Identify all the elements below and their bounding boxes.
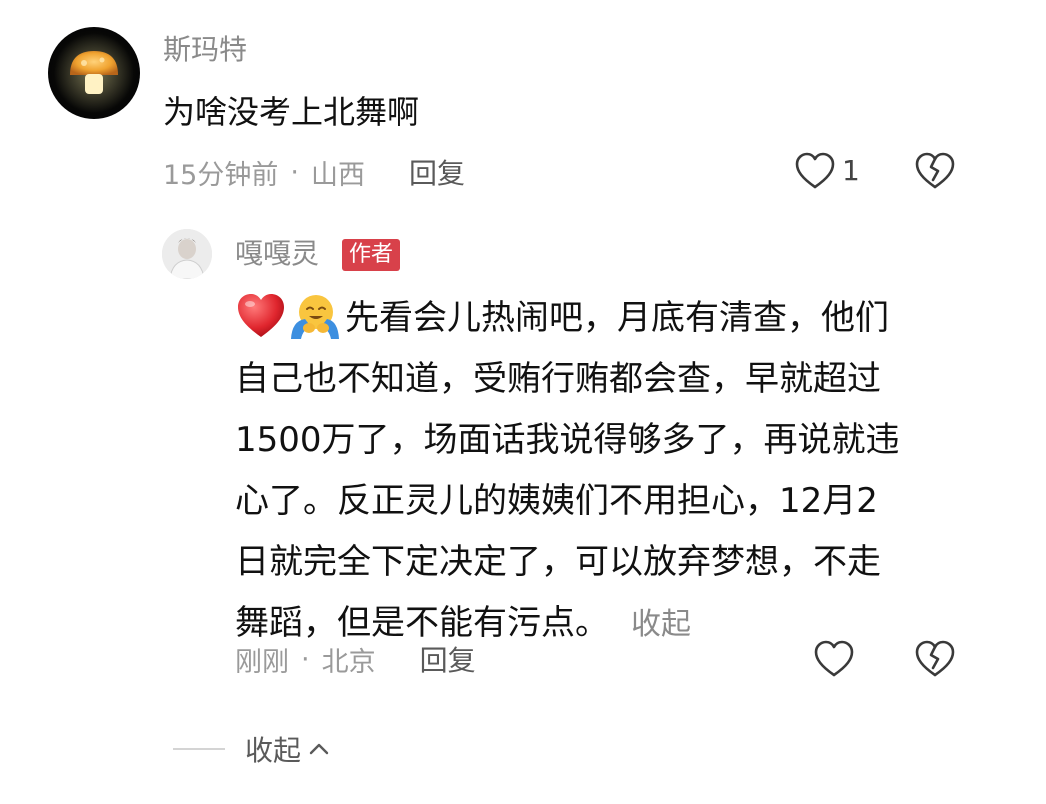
- reply-line: 日就完全下定决定了，可以放弃梦想，不走: [235, 542, 881, 582]
- hugging-face-emoji-icon: [291, 294, 339, 339]
- reply-text: 先看会儿热闹吧，月底有清查，他们 自己也不知道，受贿行贿都会查，早就超过 150…: [235, 288, 965, 654]
- meta-separator: ·: [301, 643, 310, 675]
- dislike-button[interactable]: [914, 151, 956, 195]
- reply-time: 刚刚: [235, 646, 289, 678]
- reply-line-text: 先看会儿热闹吧，月底有清查，他们: [345, 298, 889, 338]
- reply-dislike-button[interactable]: [914, 639, 956, 683]
- commenter-avatar[interactable]: [48, 27, 140, 119]
- reply-line: 1500万了，场面话我说得够多了，再说就违: [235, 420, 900, 460]
- author-badge: 作者: [342, 239, 401, 271]
- collapse-label: 收起: [245, 734, 302, 767]
- collapse-text-button[interactable]: 收起: [631, 607, 691, 642]
- heart-outline-icon: [795, 152, 835, 189]
- replier-avatar[interactable]: [162, 229, 212, 279]
- reply-location: 北京: [321, 646, 376, 678]
- comment-location: 山西: [310, 159, 365, 191]
- reply-line: 心了。反正灵儿的姨姨们不用担心，12月2: [235, 481, 878, 521]
- commenter-username[interactable]: 斯玛特: [163, 30, 247, 70]
- chevron-up-icon: [309, 743, 329, 755]
- comment-time: 15分钟前: [163, 159, 279, 191]
- reply-meta: 刚刚 · 北京 回复: [235, 639, 476, 679]
- comment-text: 为啥没考上北舞啊: [163, 93, 420, 131]
- reply-line: 先看会儿热闹吧，月底有清查，他们: [235, 288, 965, 349]
- comment-meta: 15分钟前 · 山西 回复: [163, 152, 465, 192]
- reply-button[interactable]: 回复: [409, 152, 465, 192]
- like-button[interactable]: 1: [794, 151, 860, 191]
- meta-separator: ·: [290, 156, 299, 188]
- user-photo-avatar-icon: [162, 229, 212, 279]
- reply-line: 自己也不知道，受贿行贿都会查，早就超过: [235, 359, 881, 399]
- like-count: 1: [842, 154, 860, 187]
- reply-like-button[interactable]: [813, 639, 855, 683]
- divider-line: [173, 748, 225, 750]
- reply-to-reply-button[interactable]: 回复: [420, 639, 476, 679]
- broken-heart-icon: [915, 152, 955, 189]
- replier-username[interactable]: 嘎嘎灵: [235, 234, 319, 274]
- heart-outline-icon: [814, 640, 854, 677]
- red-heart-emoji-icon: [238, 293, 284, 337]
- broken-heart-icon: [915, 640, 955, 677]
- reply-line-text: 舞蹈，但是不能有污点。: [235, 603, 609, 643]
- mushroom-avatar-icon: [54, 33, 134, 113]
- collapse-replies-button[interactable]: 收起: [173, 729, 331, 769]
